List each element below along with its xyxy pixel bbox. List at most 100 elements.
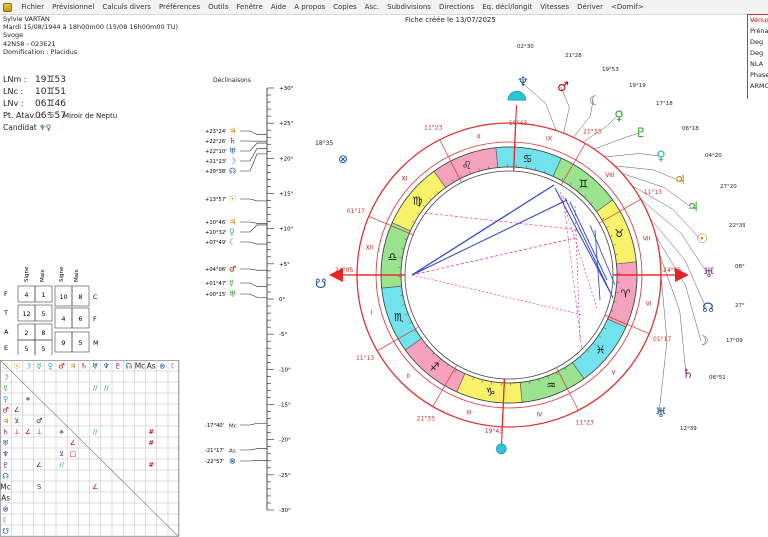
menu-item[interactable]: Asc.	[361, 0, 384, 14]
decl-scale-label: -25°	[279, 473, 291, 479]
candidat-value: ♆♀	[39, 123, 52, 132]
aspect-row-glyph: ♇	[2, 461, 9, 470]
aspect-header-glyph: ♀	[48, 362, 54, 371]
decl-scale-label: +5°	[279, 262, 290, 268]
planet-glyph[interactable]: ☾	[589, 94, 601, 109]
imum-coeli-marker	[496, 443, 507, 455]
house-cusp-degree: 21°33	[417, 416, 435, 423]
menu-item[interactable]: Fenêtre	[232, 0, 266, 14]
aspect-symbol: //	[104, 384, 109, 392]
planet-degree: 19°19	[629, 83, 646, 89]
planet-degree: 02°30	[517, 44, 534, 50]
mc-degree: 19°43	[509, 120, 527, 127]
elem-value: 6	[78, 315, 82, 323]
aspect-header-glyph: ☾	[170, 362, 177, 371]
aspect-row-glyph: ♅	[2, 439, 9, 448]
elem-col-header: Mais	[40, 269, 46, 282]
aspect-header-glyph: Mc	[135, 362, 146, 371]
natal-chart-wheel[interactable]: ♈♉♊♋♌♍♎♏♐♑ ♒♓III11°13III21°33IVV11°23VI01…	[295, 30, 745, 500]
aspect-row-glyph: ☽	[2, 373, 9, 382]
aspect-symbol: #	[148, 439, 154, 447]
planet-degree: 27°37	[735, 303, 745, 309]
menu-item[interactable]: Dériver	[573, 0, 607, 14]
planet-glyph[interactable]: ☊	[702, 301, 714, 316]
menu-item[interactable]: Copies	[329, 0, 361, 14]
zodiac-sign-glyph: ♐	[430, 361, 440, 374]
zodiac-sign-glyph: ♎	[388, 250, 398, 263]
aspect-symbol: ∗	[59, 428, 65, 436]
decl-planet-glyph: ☉	[229, 195, 236, 204]
house-cusp-degree: 11°23	[576, 420, 594, 427]
planet-glyph[interactable]: ♃	[687, 200, 699, 215]
lunar-node-v: LNv : 06♊46	[3, 99, 66, 109]
aspect-symbol: ∠	[70, 439, 76, 447]
elem-value: 4	[24, 291, 28, 299]
planet-glyph[interactable]: ♂	[557, 80, 569, 95]
candidat-label: Candidat	[3, 123, 37, 132]
aspect-symbol: S	[37, 483, 42, 491]
menu-item[interactable]: A propos	[290, 0, 329, 14]
planet-glyph[interactable]: ☉	[696, 232, 708, 247]
aspect-symbol: ∠	[14, 406, 20, 414]
elem-value: 9	[61, 339, 65, 347]
elem-value: 5	[24, 345, 28, 353]
elem-value: 1	[41, 291, 45, 299]
house-number: II	[406, 373, 410, 380]
planet-degree: 06°18	[682, 126, 699, 132]
menu-item[interactable]: Prévisionnel	[48, 0, 98, 14]
decl-planet-glyph: ♂	[229, 265, 236, 274]
aspect-symbol: //	[93, 428, 98, 436]
planet-glyph[interactable]: ♀	[656, 149, 666, 164]
aspect-row-glyph: ☋	[2, 527, 9, 536]
decl-value-label: +07°49'	[205, 240, 227, 246]
aspect-header-glyph: ☽	[25, 362, 32, 371]
aspect-header-glyph: ♄	[81, 362, 88, 371]
menu-item[interactable]: Calculs divers	[98, 0, 155, 14]
planet-glyph[interactable]: ☽	[697, 334, 709, 349]
house-number: V	[612, 369, 617, 376]
elements-table: Signe Mais Signe Mais F 4 1 T 12 5 A 2 8 E 5 5 10 8 C 4 6 F 9 5…	[3, 266, 99, 355]
planet-glyph[interactable]: ♇	[635, 126, 647, 141]
house-cusp-degree: 01°17	[347, 208, 365, 215]
aspect-symbol: ∠	[25, 428, 31, 436]
menu-item[interactable]: Eq. décl/longit	[478, 0, 536, 14]
house-number: XI	[401, 176, 407, 183]
decl-connector	[240, 293, 267, 298]
aspect-symbol: ∗	[25, 395, 31, 403]
descendant-degree: 24°05	[663, 267, 681, 274]
decl-planet-glyph: ☽	[229, 157, 236, 166]
ln-label: LNc :	[3, 87, 24, 96]
decl-planet-glyph: ♃	[229, 218, 236, 227]
candidat: Candidat ♆♀	[3, 123, 51, 132]
house-number: IV	[536, 412, 543, 419]
menu-item[interactable]: Directions	[435, 0, 478, 14]
planet-glyph[interactable]: ♆	[517, 75, 529, 90]
planet-degree: 22°39	[729, 223, 745, 229]
menu-item[interactable]: Aide	[267, 0, 290, 14]
decl-scale-label: -5°	[279, 332, 287, 338]
elem-value: 5	[41, 310, 45, 318]
menu-item[interactable]: Préférences	[155, 0, 204, 14]
decl-scale-label: +10°	[279, 227, 294, 233]
aspect-symbol: ⊥	[14, 428, 20, 436]
decl-planet-glyph: ♃	[229, 127, 236, 136]
menu-item[interactable]: <Domif>	[607, 0, 648, 14]
menu-item[interactable]: Outils	[204, 0, 232, 14]
menu-item[interactable]: Subdivisions	[383, 0, 435, 14]
menu-item[interactable]: Fichier	[17, 0, 48, 14]
planet-glyph[interactable]: ♀	[614, 109, 624, 124]
menu-item[interactable]: Vitesses	[536, 0, 573, 14]
planet-glyph[interactable]: ♅	[655, 406, 667, 421]
midheaven-marker	[507, 90, 527, 101]
planet-glyph[interactable]: ♃	[674, 173, 686, 188]
planet-glyph[interactable]: ♄	[682, 367, 694, 382]
elem-row-key: F	[4, 290, 8, 298]
zodiac-sign-glyph: ♑	[485, 386, 495, 399]
decl-scale-label: -20°	[279, 438, 291, 444]
aspect-row-glyph: ♆	[2, 450, 9, 459]
decl-planet-glyph: ♅	[229, 147, 236, 156]
house-number: VII	[643, 236, 651, 243]
aspect-row-glyph: ☉	[2, 362, 9, 371]
aspect-header-glyph: ⊗	[159, 362, 165, 371]
planet-glyph[interactable]: ♅	[703, 266, 715, 281]
